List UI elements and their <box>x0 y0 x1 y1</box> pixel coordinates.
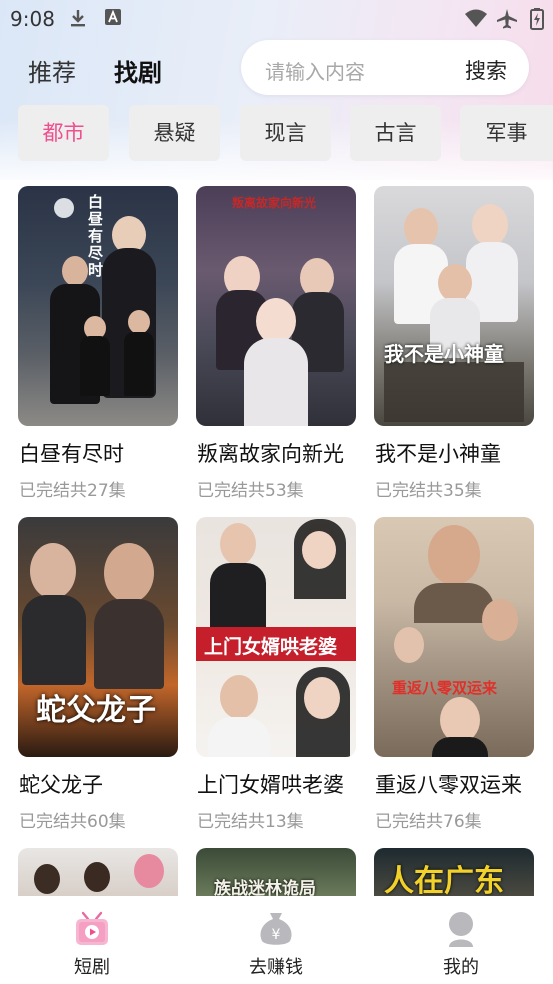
drama-poster[interactable]: 蛇父龙子 <box>18 517 178 757</box>
svg-text:¥: ¥ <box>272 927 281 943</box>
status-time: 9:08 <box>10 7 55 31</box>
drama-card[interactable]: 我不是小神童 我不是小神童 已完结共35集 <box>374 186 534 501</box>
drama-poster[interactable]: 重返八零双运来 <box>374 517 534 757</box>
search-input[interactable]: 请输入内容 <box>265 56 365 85</box>
bottom-navigation: 短剧 ¥ 去赚钱 我的 <box>0 897 553 984</box>
drama-poster-partial[interactable]: 人在广东 <box>374 848 534 896</box>
drama-title: 上门女婿哄老婆 <box>197 773 344 797</box>
drama-poster[interactable]: 白昼有尽时 <box>18 186 178 426</box>
drama-title: 蛇父龙子 <box>19 773 103 797</box>
nav-profile[interactable]: 我的 <box>406 909 516 979</box>
poster-title-text: 叛离故家向新光 <box>232 196 317 210</box>
poster-title-text: 白昼有尽时 <box>88 193 104 279</box>
drama-title: 叛离故家向新光 <box>197 442 344 466</box>
poster-title-text: 人在广东 <box>384 864 504 896</box>
drama-poster[interactable]: 上门女婿哄老婆 <box>196 517 356 757</box>
drama-episodes: 已完结共35集 <box>375 481 482 501</box>
nav-label: 我的 <box>443 957 479 978</box>
drama-poster-partial[interactable]: 族战迷林诡局 <box>196 848 356 896</box>
drama-episodes: 已完结共13集 <box>197 812 304 832</box>
drama-card[interactable]: 叛离故家向新光 叛离故家向新光 已完结共53集 <box>196 186 356 501</box>
money-bag-icon: ¥ <box>260 913 292 945</box>
category-ancient-romance[interactable]: 古言 <box>350 105 441 161</box>
profile-icon <box>449 912 473 947</box>
category-suspense[interactable]: 悬疑 <box>129 105 220 161</box>
drama-episodes: 已完结共53集 <box>197 481 304 501</box>
drama-title: 重返八零双运来 <box>375 773 522 797</box>
category-urban[interactable]: 都市 <box>18 105 109 161</box>
drama-poster[interactable]: 我不是小神童 <box>374 186 534 426</box>
nav-label: 去赚钱 <box>249 957 303 978</box>
drama-episodes: 已完结共76集 <box>375 812 482 832</box>
airplane-icon <box>497 9 517 29</box>
drama-episodes: 已完结共27集 <box>19 481 126 501</box>
battery-icon <box>530 8 544 30</box>
poster-title-text: 我不是小神童 <box>384 342 504 366</box>
status-bar: 9:08 <box>0 0 553 36</box>
drama-card[interactable]: 重返八零双运来 重返八零双运来 已完结共76集 <box>374 517 534 832</box>
keyboard-icon <box>105 9 121 25</box>
search-bar[interactable]: 请输入内容 搜索 <box>241 40 529 95</box>
drama-title: 我不是小神童 <box>375 442 501 466</box>
poster-title-text: 重返八零双运来 <box>392 679 498 697</box>
short-drama-icon <box>76 911 108 945</box>
drama-card[interactable]: 上门女婿哄老婆 上门女婿哄老婆 已完结共13集 <box>196 517 356 832</box>
tab-recommend[interactable]: 推荐 <box>28 53 76 88</box>
category-military[interactable]: 军事 <box>460 105 553 161</box>
poster-title-text: 蛇父龙子 <box>36 693 156 728</box>
download-icon <box>71 10 85 27</box>
drama-poster-partial[interactable] <box>18 848 178 896</box>
nav-label: 短剧 <box>74 957 110 978</box>
search-button[interactable]: 搜索 <box>465 55 507 85</box>
drama-title: 白昼有尽时 <box>19 442 124 466</box>
nav-short-drama[interactable]: 短剧 <box>37 909 147 979</box>
drama-poster[interactable]: 叛离故家向新光 <box>196 186 356 426</box>
drama-card[interactable]: 白昼有尽时 白昼有尽时 已完结共27集 <box>18 186 178 501</box>
poster-title-text: 上门女婿哄老婆 <box>204 636 338 658</box>
category-modern-romance[interactable]: 现言 <box>240 105 331 161</box>
poster-title-text: 族战迷林诡局 <box>214 879 316 896</box>
tab-find-drama[interactable]: 找剧 <box>114 53 162 88</box>
wifi-icon <box>465 9 487 27</box>
drama-card[interactable]: 蛇父龙子 蛇父龙子 已完结共60集 <box>18 517 178 832</box>
drama-episodes: 已完结共60集 <box>19 812 126 832</box>
nav-earn-money[interactable]: ¥ 去赚钱 <box>221 909 331 979</box>
